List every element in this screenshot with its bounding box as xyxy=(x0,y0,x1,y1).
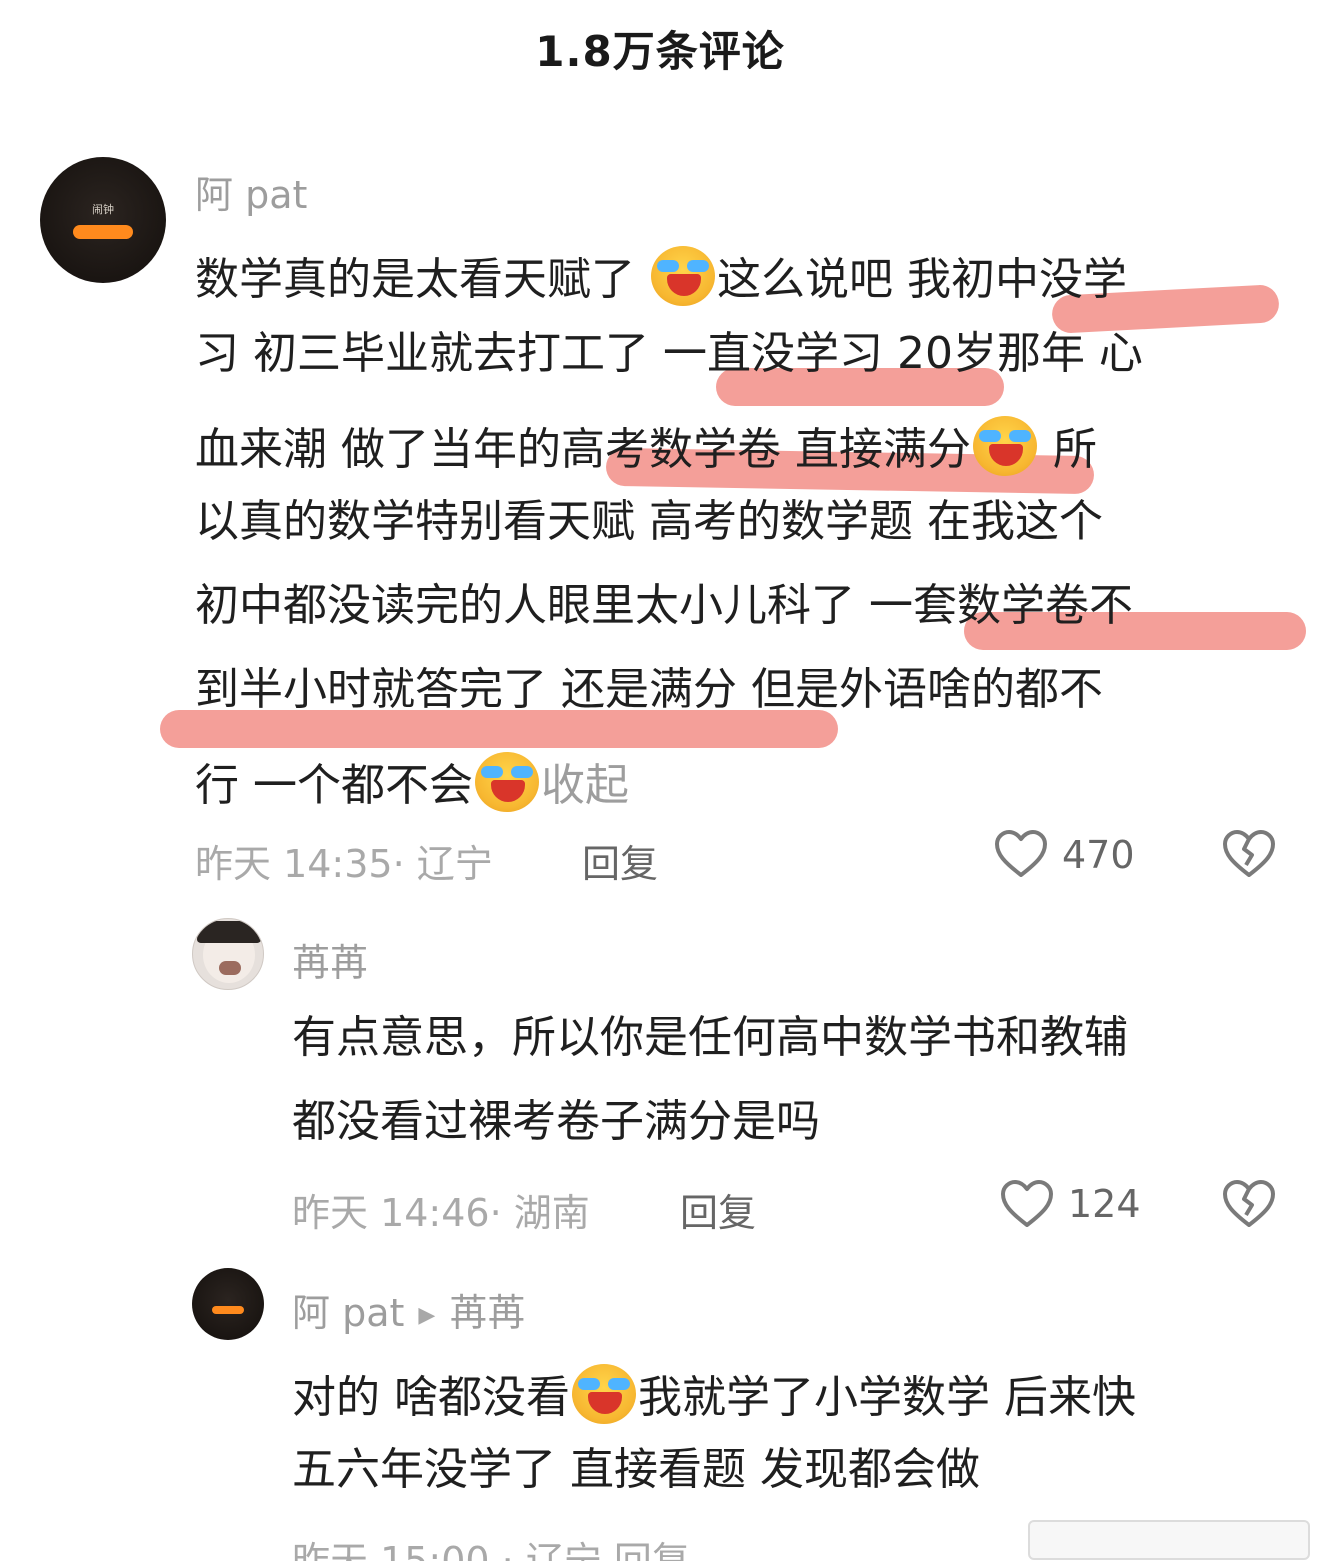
broken-heart-icon[interactable] xyxy=(1222,1179,1276,1229)
watermark-badge xyxy=(1028,1520,1310,1560)
collapse-link[interactable]: 收起 xyxy=(541,760,629,811)
avatar[interactable] xyxy=(192,1268,264,1340)
comment-text-line: 习 初三毕业就去打工了 一直没学习 20岁那年 心 xyxy=(195,328,1143,379)
avatar[interactable]: 闹钟 xyxy=(40,157,166,283)
comment-text-line: 血来潮 做了当年的高考数学卷 直接满分 所 xyxy=(195,416,1097,476)
avatar-alarm-bar xyxy=(212,1306,244,1314)
crying-laughing-emoji-icon xyxy=(972,416,1037,476)
comment-text-line: 到半小时就答完了 还是满分 但是外语啥的都不 xyxy=(195,664,1103,715)
comment-text-line: 五六年没学了 直接看题 发现都会做 xyxy=(292,1444,980,1495)
reply-author[interactable]: 阿 pat xyxy=(292,1291,404,1335)
comment-text-line: 行 一个都不会 收起 xyxy=(195,752,629,812)
comment-text-line: 有点意思，所以你是任何高中数学书和教辅 xyxy=(292,1012,1128,1063)
comment-meta-partial: 昨天 15:00 · 辽宁 回复 xyxy=(292,1539,690,1561)
avatar-mouth xyxy=(219,961,241,975)
avatar-caption: 闹钟 xyxy=(92,203,114,216)
comment-location: 辽宁 xyxy=(416,842,493,886)
avatar[interactable] xyxy=(192,918,264,990)
comment-time: 昨天 14:46 xyxy=(292,1191,490,1235)
comment-text-line: 对的 啥都没看 我就学了小学数学 后来快 xyxy=(292,1364,1136,1424)
like-count: 124 xyxy=(1068,1182,1141,1226)
comment-text-line: 都没看过裸考卷子满分是吗 xyxy=(292,1096,820,1147)
comment-username[interactable]: 苒苒 xyxy=(292,932,368,987)
reply-arrow-icon: ▶ xyxy=(418,1303,436,1328)
crying-laughing-emoji-icon xyxy=(475,752,539,812)
comment-username[interactable]: 阿 pat ▶ 苒苒 xyxy=(292,1282,525,1337)
comment-text-line: 初中都没读完的人眼里太小儿科了 一套数学卷不 xyxy=(195,580,1133,631)
highlight-mark xyxy=(160,710,838,748)
comment-meta: 昨天 14:35· 辽宁 xyxy=(195,842,493,886)
crying-laughing-emoji-icon xyxy=(651,246,715,306)
reply-button[interactable]: 回复 xyxy=(582,833,658,888)
comment-text-line: 数学真的是太看天赋了 这么说吧 我初中没学 xyxy=(195,246,1127,306)
heart-icon[interactable] xyxy=(1000,1179,1054,1229)
reply-button[interactable]: 回复 xyxy=(680,1182,756,1237)
broken-heart-icon[interactable] xyxy=(1222,829,1276,879)
comment-username[interactable]: 阿 pat xyxy=(195,164,307,219)
comment-time: 昨天 14:35 xyxy=(195,842,393,886)
avatar-hair xyxy=(197,921,261,943)
avatar-alarm-bar xyxy=(73,225,133,239)
crying-laughing-emoji-icon xyxy=(572,1364,636,1424)
comment-location: 湖南 xyxy=(513,1191,590,1235)
comments-count-title: 1.8万条评论 xyxy=(535,27,785,76)
like-count: 470 xyxy=(1062,833,1135,877)
heart-icon[interactable] xyxy=(994,829,1048,879)
comment-meta: 昨天 14:46· 湖南 xyxy=(292,1191,590,1235)
reply-target[interactable]: 苒苒 xyxy=(449,1291,525,1335)
comment-text-line: 以真的数学特别看天赋 高考的数学题 在我这个 xyxy=(195,496,1103,547)
